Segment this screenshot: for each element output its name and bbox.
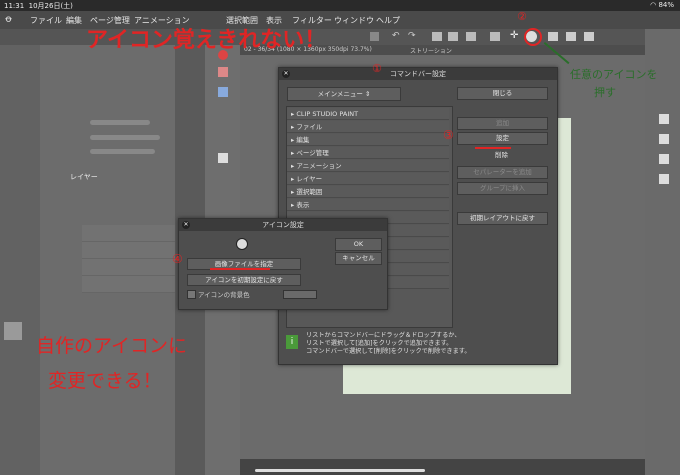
tree-item[interactable]: ▸ 選択範囲 (287, 186, 449, 198)
annotation-step-3: ③ (443, 128, 454, 142)
tree-item[interactable]: ▸ レイヤー (287, 173, 449, 185)
underline-specify-image (210, 268, 270, 270)
list-icon[interactable] (584, 32, 594, 41)
add-button[interactable]: 追加 (457, 117, 548, 130)
icon-settings-dialog: アイコン設定 ✕ 画像ファイルを指定 アイコンを初期設定に戻す アイコンの背景色… (178, 218, 388, 310)
folder-icon[interactable] (548, 32, 558, 41)
close-button[interactable]: 閉じる (457, 87, 548, 100)
close-icon[interactable]: ✕ (182, 221, 190, 229)
bg-color-label: アイコンの背景色 (198, 291, 250, 299)
tree-item[interactable]: ▸ ファイル (287, 121, 449, 133)
panel-icon[interactable] (659, 114, 669, 124)
annotation-step-1: ① (372, 62, 382, 75)
move-icon[interactable]: ✛ (510, 30, 518, 41)
tree-item[interactable]: ▸ 表示 (287, 199, 449, 211)
navigator-icon[interactable] (218, 87, 228, 97)
image-icon[interactable] (218, 153, 228, 163)
toolbar-icon[interactable] (370, 32, 379, 41)
menu-file[interactable]: ファイル (30, 15, 62, 26)
menu-window[interactable]: ウィンドウ (334, 15, 374, 26)
underline-settings (475, 147, 511, 149)
home-indicator[interactable] (255, 469, 425, 472)
right-panel-bar (645, 29, 680, 475)
tree-item[interactable]: ▸ CLIP STUDIO PAINT (287, 108, 449, 120)
tool-palette (0, 45, 40, 475)
status-bar: 11:31 10月26日(土) ◠ 84% (0, 0, 680, 11)
palette-icon[interactable] (218, 67, 228, 77)
annotation-bottom-2: 変更できる！ (48, 370, 162, 392)
delete-button[interactable]: 削除 (457, 150, 546, 161)
canvas-tab-secondary[interactable]: ストリーション (410, 46, 452, 55)
print-icon[interactable] (466, 32, 476, 41)
command-source-dropdown[interactable]: メインメニュー ⇕ (287, 87, 401, 101)
annotation-bottom-1: 自作のアイコンに (36, 335, 188, 357)
sub-tool-panel: レイヤー (40, 45, 212, 475)
menu-edit[interactable]: 編集 (66, 15, 82, 26)
brush-preview (90, 135, 160, 140)
close-icon[interactable]: ✕ (282, 70, 290, 78)
save-icon[interactable] (432, 32, 442, 41)
add-separator-button[interactable]: セパレーターを追加 (457, 166, 548, 179)
wifi-icon: ◠ (650, 1, 657, 9)
app-logo-icon[interactable]: ꝋ (5, 14, 12, 25)
brush-preview (90, 120, 150, 125)
main-color-swatch[interactable] (4, 322, 22, 340)
dialog-title: アイコン設定 (179, 219, 387, 231)
reset-layout-button[interactable]: 初期レイアウトに戻す (457, 212, 548, 225)
undo-icon[interactable]: ↶ (392, 31, 400, 41)
panel-icon[interactable] (659, 154, 669, 164)
layer-panel-header: レイヤー (70, 173, 98, 181)
dialog-title: コマンドバー設定 (279, 68, 557, 80)
reset-icon-button[interactable]: アイコンを初期設定に戻す (187, 274, 301, 286)
annotation-step-4: ④ (172, 252, 183, 266)
menu-help[interactable]: ヘルプ (376, 15, 400, 26)
panel-icon[interactable] (659, 174, 669, 184)
bg-color-checkbox[interactable] (187, 290, 196, 299)
cancel-button[interactable]: キャンセル (335, 252, 382, 265)
tree-item[interactable]: ▸ ページ管理 (287, 147, 449, 159)
custom-icon-preview (236, 238, 248, 250)
brush-preview (90, 149, 155, 154)
panel-icon[interactable] (659, 134, 669, 144)
tree-item[interactable]: ▸ アニメーション (287, 160, 449, 172)
copy-icon[interactable] (448, 32, 458, 41)
layout-icon[interactable] (566, 32, 576, 41)
chevron-updown-icon: ⇕ (364, 90, 371, 98)
annotation-title: アイコン覚えきれない！ (86, 28, 327, 53)
redo-icon[interactable]: ↷ (408, 31, 416, 41)
annotation-note-1: 任意のアイコンを (570, 68, 658, 81)
settings-icon[interactable] (490, 32, 500, 41)
bg-color-swatch[interactable] (283, 290, 317, 299)
tree-item[interactable]: ▸ 編集 (287, 134, 449, 146)
annotation-step-2: ② (517, 10, 527, 23)
annotation-note-2: 押す (594, 86, 616, 99)
battery-indicator: ◠ 84% (650, 1, 674, 9)
status-time: 11:31 10月26日(土) (4, 2, 73, 10)
settings-button[interactable]: 設定 (457, 132, 548, 145)
canvas-bottom-bar (240, 459, 645, 475)
ok-button[interactable]: OK (335, 238, 382, 251)
command-bar-settings-dialog: コマンドバー設定 ✕ メインメニュー ⇕ 閉じる ▸ CLIP STUDIO P… (278, 67, 558, 365)
add-group-button[interactable]: グループに挿入 (457, 182, 548, 195)
help-text: リストからコマンドバーにドラッグ＆ドロップするか、 リストで選択して[追加]をク… (306, 332, 471, 355)
info-icon: i (286, 335, 298, 349)
highlight-circle (524, 28, 542, 46)
